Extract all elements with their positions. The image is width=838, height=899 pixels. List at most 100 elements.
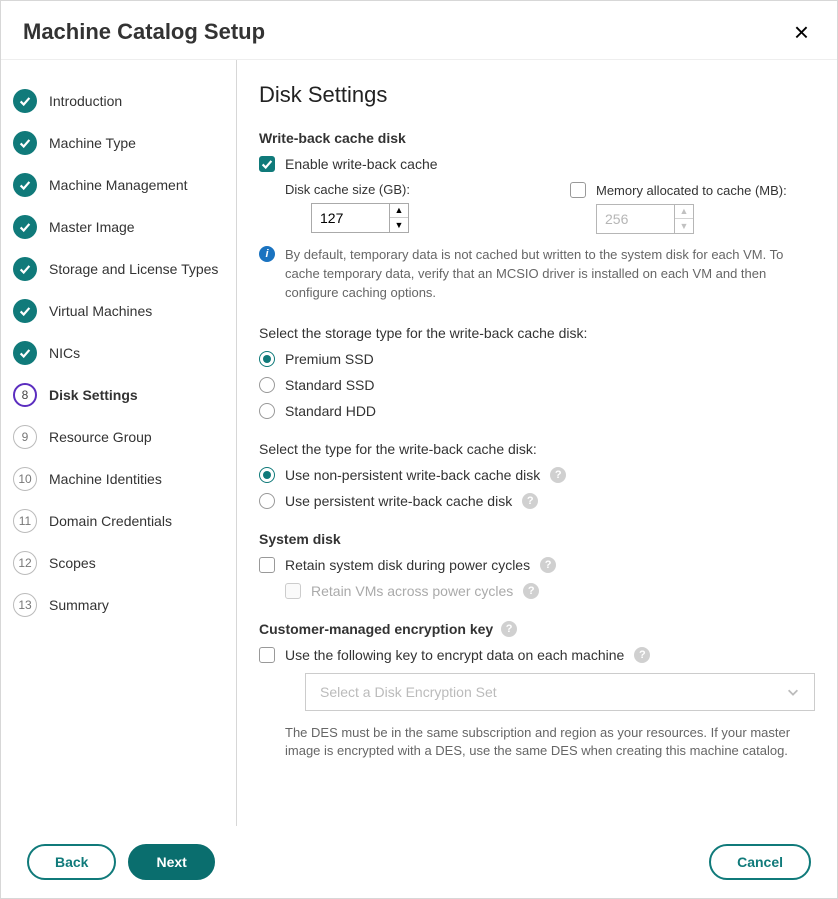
step-label: Machine Type	[49, 135, 136, 151]
memory-allocated-label: Memory allocated to cache (MB):	[596, 183, 787, 198]
cache-size-row: Disk cache size (GB): ▲ ▼ Memory	[285, 182, 815, 234]
help-icon[interactable]: ?	[540, 557, 556, 573]
chevron-up-icon: ▲	[680, 206, 689, 216]
next-button[interactable]: Next	[128, 844, 214, 880]
step-label: Machine Management	[49, 177, 188, 193]
use-key-checkbox[interactable]	[259, 647, 275, 663]
disk-cache-size-input-group: ▲ ▼	[311, 203, 530, 233]
wizard-step-12[interactable]: 12Scopes	[1, 542, 236, 584]
storage-type-option: Standard HDD	[259, 403, 815, 419]
cancel-button[interactable]: Cancel	[709, 844, 811, 880]
storage-type-option: Premium SSD	[259, 351, 815, 367]
step-number-badge: 13	[13, 593, 37, 617]
chevron-up-icon: ▲	[395, 205, 404, 215]
storage-type-prompt: Select the storage type for the write-ba…	[259, 325, 815, 341]
step-label: Storage and License Types	[49, 261, 218, 277]
wizard-step-13[interactable]: 13 Summary	[1, 584, 236, 626]
wizard-steps-sidebar: Introduction Machine Type Machine Manageme…	[1, 60, 237, 826]
wizard-step-8[interactable]: 8Disk Settings	[1, 374, 236, 416]
disk-cache-col: Disk cache size (GB): ▲ ▼	[285, 182, 530, 234]
memory-down-button: ▼	[675, 219, 693, 233]
wizard-step-6[interactable]: Virtual Machines	[1, 290, 236, 332]
step-label: Scopes	[49, 555, 96, 571]
main-panel: Disk Settings Write-back cache disk Enab…	[237, 60, 837, 826]
help-icon[interactable]: ?	[523, 583, 539, 599]
check-icon	[13, 215, 37, 239]
step-label: Master Image	[49, 219, 135, 235]
chevron-down-icon: ▼	[680, 221, 689, 231]
step-number-badge: 11	[13, 509, 37, 533]
persist-type-radio[interactable]	[259, 493, 275, 509]
step-label: Resource Group	[49, 429, 152, 445]
wizard-step-5[interactable]: Storage and License Types	[1, 248, 236, 290]
memory-allocated-input-group: ▲ ▼	[596, 204, 815, 234]
check-icon	[260, 157, 274, 171]
retain-vms-row: Retain VMs across power cycles ?	[285, 583, 815, 599]
wizard-step-3[interactable]: Machine Management	[1, 164, 236, 206]
systemdisk-section-title: System disk	[259, 531, 815, 547]
writeback-section-title: Write-back cache disk	[259, 130, 815, 146]
storage-type-label: Standard HDD	[285, 403, 376, 419]
wizard-step-10[interactable]: 10Machine Identities	[1, 458, 236, 500]
check-icon	[13, 299, 37, 323]
writeback-info-text: By default, temporary data is not cached…	[285, 246, 815, 303]
retain-vms-label: Retain VMs across power cycles	[311, 583, 513, 599]
help-icon[interactable]: ?	[501, 621, 517, 637]
help-icon[interactable]: ?	[550, 467, 566, 483]
disk-cache-size-stepper: ▲ ▼	[389, 203, 409, 233]
persist-type-radio-group: Use non-persistent write-back cache disk…	[259, 467, 815, 509]
retain-vms-checkbox	[285, 583, 301, 599]
cme-description: The DES must be in the same subscription…	[285, 724, 815, 762]
machine-catalog-setup-dialog: Machine Catalog Setup × Introduction Mach…	[0, 0, 838, 899]
chevron-down-icon	[786, 685, 800, 699]
wizard-step-7[interactable]: NICs	[1, 332, 236, 374]
storage-type-radio[interactable]	[259, 351, 275, 367]
disk-cache-size-input[interactable]	[311, 203, 389, 233]
cme-section-title-row: Customer-managed encryption key ?	[259, 621, 815, 637]
chevron-down-icon: ▼	[395, 220, 404, 230]
storage-type-radio-group: Premium SSD Standard SSD Standard HDD	[259, 351, 815, 419]
step-label: Introduction	[49, 93, 122, 109]
disk-cache-up-button[interactable]: ▲	[390, 204, 408, 218]
info-icon: i	[259, 246, 275, 262]
retain-system-disk-row: Retain system disk during power cycles ?	[259, 557, 815, 573]
disk-cache-down-button[interactable]: ▼	[390, 218, 408, 232]
systemdisk-section: System disk Retain system disk during po…	[259, 531, 815, 599]
persist-type-option: Use persistent write-back cache disk?	[259, 493, 815, 509]
persist-type-prompt: Select the type for the write-back cache…	[259, 441, 815, 457]
dialog-header: Machine Catalog Setup ×	[1, 1, 837, 59]
persist-type-radio[interactable]	[259, 467, 275, 483]
enable-writeback-label: Enable write-back cache	[285, 156, 438, 172]
enable-writeback-checkbox[interactable]	[259, 156, 275, 172]
wizard-step-11[interactable]: 11 Domain Credentials	[1, 500, 236, 542]
cme-section-title: Customer-managed encryption key	[259, 621, 493, 637]
disk-cache-size-label: Disk cache size (GB):	[285, 182, 530, 197]
help-icon[interactable]: ?	[522, 493, 538, 509]
wizard-step-4[interactable]: Master Image	[1, 206, 236, 248]
memory-allocated-input	[596, 204, 674, 234]
close-icon: ×	[794, 17, 809, 47]
memory-allocated-checkbox[interactable]	[570, 182, 586, 198]
cme-section: Customer-managed encryption key ? Use th…	[259, 621, 815, 762]
wizard-step-2[interactable]: Machine Type	[1, 122, 236, 164]
back-button[interactable]: Back	[27, 844, 116, 880]
step-label: Machine Identities	[49, 471, 162, 487]
storage-type-option: Standard SSD	[259, 377, 815, 393]
storage-type-radio[interactable]	[259, 403, 275, 419]
footer-left-buttons: Back Next	[27, 844, 215, 880]
wizard-step-9[interactable]: 9 Resource Group	[1, 416, 236, 458]
dialog-title: Machine Catalog Setup	[23, 19, 265, 45]
step-label: Domain Credentials	[49, 513, 172, 529]
writeback-info-note: i By default, temporary data is not cach…	[259, 246, 815, 303]
step-number-badge: 9	[13, 425, 37, 449]
step-label: Summary	[49, 597, 109, 613]
wizard-step-1[interactable]: Introduction	[1, 80, 236, 122]
retain-system-disk-checkbox[interactable]	[259, 557, 275, 573]
help-icon[interactable]: ?	[634, 647, 650, 663]
step-label: NICs	[49, 345, 80, 361]
close-button[interactable]: ×	[788, 19, 815, 45]
check-icon	[13, 341, 37, 365]
step-label: Disk Settings	[49, 387, 138, 403]
dialog-footer: Back Next Cancel	[1, 826, 837, 898]
storage-type-radio[interactable]	[259, 377, 275, 393]
